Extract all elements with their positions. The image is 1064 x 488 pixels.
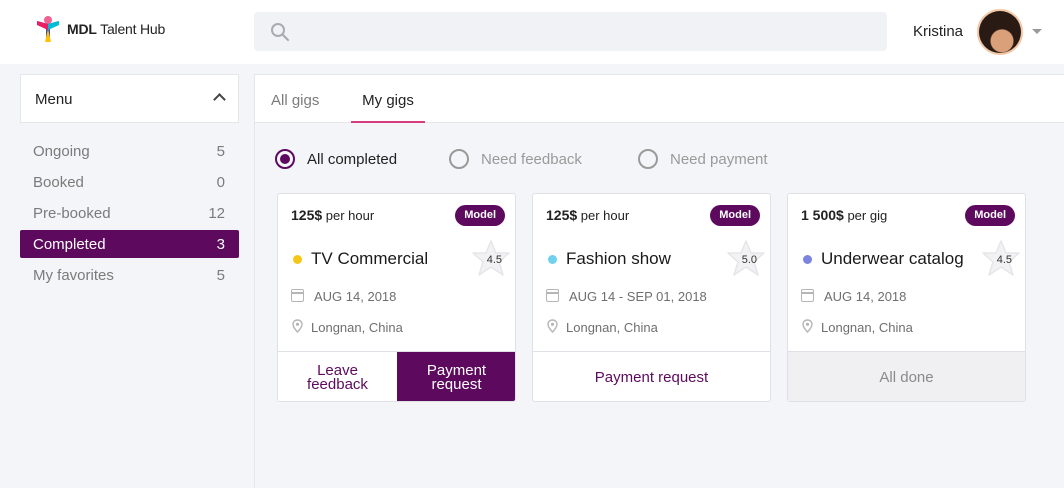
radio-icon (638, 149, 658, 169)
role-badge: Model (710, 205, 760, 226)
gig-card[interactable]: 125$ per hour Model Fashion show 5.0 AUG… (532, 193, 771, 402)
all-done-button[interactable]: All done (788, 352, 1025, 401)
tab-active-indicator (351, 121, 425, 123)
gig-location: Longnan, China (566, 320, 658, 335)
filter-need-payment[interactable]: Need payment (638, 149, 768, 169)
sidebar-item-count: 5 (216, 143, 225, 160)
card-actions: Payment request (533, 351, 770, 401)
gig-title: Fashion show (566, 249, 671, 268)
sidebar-item-label: My favorites (33, 267, 114, 284)
sidebar-item-completed[interactable]: Completed 3 (20, 230, 239, 258)
filter-label: All completed (307, 150, 398, 168)
search-icon (271, 23, 290, 42)
role-badge: Model (965, 205, 1015, 226)
gig-title: TV Commercial (311, 249, 429, 268)
calendar-icon (801, 289, 814, 302)
sidebar-item-label: Ongoing (33, 143, 90, 160)
gig-date: AUG 14, 2018 (314, 289, 397, 304)
filter-need-feedback[interactable]: Need feedback (449, 149, 582, 169)
sidebar-item-count: 0 (216, 174, 225, 191)
sidebar-item-count: 3 (216, 236, 225, 253)
gig-date: AUG 14 - SEP 01, 2018 (569, 289, 707, 304)
location-pin-icon (547, 319, 558, 333)
radio-selected-icon (275, 149, 295, 169)
user-name[interactable]: Kristina (913, 23, 963, 40)
location-pin-icon (802, 319, 813, 333)
tab-my-gigs[interactable]: My gigs (351, 92, 425, 123)
location-pin-icon (292, 319, 303, 333)
gig-price: 125$ per hour (291, 207, 375, 223)
card-actions: All done (788, 351, 1025, 401)
sidebar-item-label: Booked (33, 174, 84, 191)
gig-date: AUG 14, 2018 (824, 289, 907, 304)
gig-price: 125$ per hour (546, 207, 630, 223)
sidebar-item-booked[interactable]: Booked 0 (20, 168, 239, 196)
gig-rating: 4.5 (486, 254, 502, 266)
chevron-up-icon[interactable] (213, 93, 226, 106)
search-bar[interactable] (254, 12, 887, 51)
status-dot (293, 255, 302, 264)
tab-label: My gigs (362, 92, 414, 109)
logo-icon (37, 16, 59, 42)
sidebar-item-label: Pre-booked (33, 205, 111, 222)
tab-bar: All gigs My gigs (255, 75, 1064, 123)
menu-header[interactable]: Menu (20, 74, 239, 123)
chevron-down-icon[interactable] (1032, 29, 1042, 34)
gig-card[interactable]: 1 500$ per gig Model Underwear catalog 4… (787, 193, 1026, 402)
filter-all-completed[interactable]: All completed (275, 149, 397, 169)
sidebar-item-my-favorites[interactable]: My favorites 5 (20, 261, 239, 289)
payment-request-button[interactable]: Payment request (533, 352, 770, 401)
gig-rating: 4.5 (996, 254, 1012, 266)
payment-request-button[interactable]: Payment request (397, 352, 515, 401)
filter-label: Need payment (670, 150, 768, 168)
role-badge: Model (455, 205, 505, 226)
leave-feedback-button[interactable]: Leave feedback (278, 352, 397, 401)
status-dot (803, 255, 812, 264)
status-dot (548, 255, 557, 264)
top-header: MDL Talent Hub Kristina (0, 0, 1064, 64)
sidebar-item-ongoing[interactable]: Ongoing 5 (20, 137, 239, 165)
gig-card[interactable]: 125$ per hour Model TV Commercial 4.5 AU… (277, 193, 516, 402)
sidebar-item-count: 12 (208, 205, 225, 222)
gig-rating: 5.0 (741, 254, 757, 266)
tab-all-gigs[interactable]: All gigs (271, 92, 319, 109)
menu-title: Menu (35, 91, 73, 108)
main-panel: All gigs My gigs All completed Need feed… (254, 74, 1064, 488)
sidebar-item-count: 5 (216, 267, 225, 284)
app-logo[interactable]: MDL Talent Hub (36, 15, 165, 43)
card-actions: Leave feedback Payment request (278, 351, 515, 401)
filter-label: Need feedback (481, 150, 582, 168)
sidebar-item-label: Completed (33, 236, 106, 253)
logo-text: MDL Talent Hub (67, 21, 166, 37)
gig-location: Longnan, China (311, 320, 403, 335)
gig-title: Underwear catalog (821, 249, 964, 268)
gig-location: Longnan, China (821, 320, 913, 335)
avatar[interactable] (977, 9, 1023, 55)
calendar-icon (291, 289, 304, 302)
gig-price: 1 500$ per gig (801, 207, 888, 223)
sidebar-item-pre-booked[interactable]: Pre-booked 12 (20, 199, 239, 227)
calendar-icon (546, 289, 559, 302)
radio-icon (449, 149, 469, 169)
